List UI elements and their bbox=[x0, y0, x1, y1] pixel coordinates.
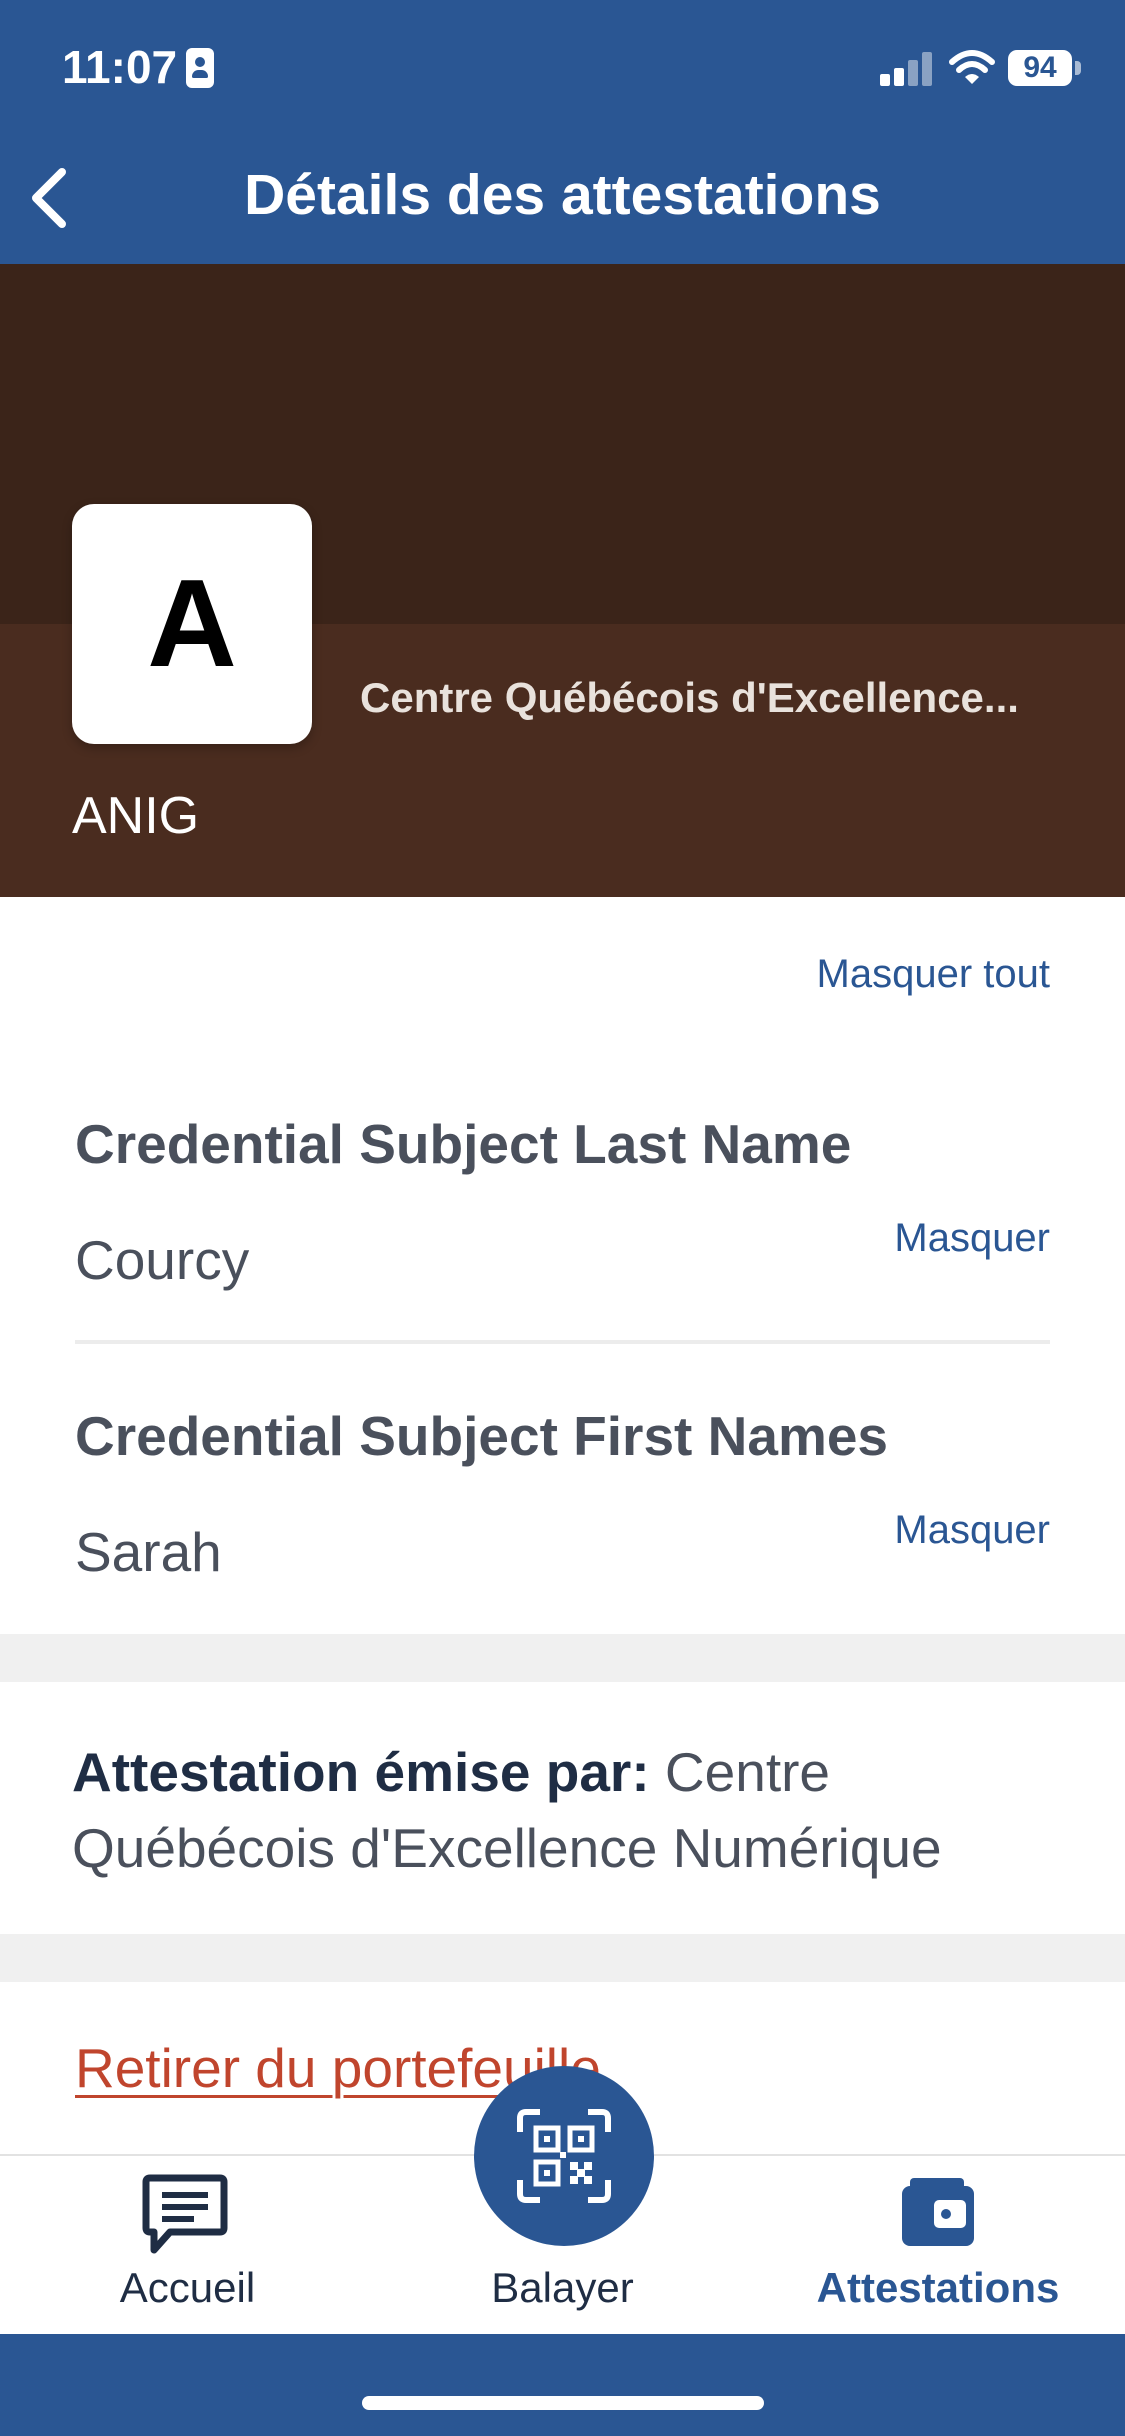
issued-by: Attestation émise par: Centre Québécois … bbox=[72, 1734, 1062, 1886]
attribute-value-last-name: Courcy bbox=[75, 1229, 250, 1291]
logo-letter: A bbox=[147, 555, 237, 693]
tab-accueil[interactable]: Accueil bbox=[60, 2264, 315, 2312]
home-indicator[interactable] bbox=[362, 2396, 764, 2410]
tab-attestations[interactable]: Attestations bbox=[800, 2264, 1076, 2312]
status-time: 11:07 bbox=[62, 41, 178, 93]
attribute-value-first-names: Sarah bbox=[75, 1521, 222, 1583]
id-card-icon bbox=[186, 48, 214, 88]
hide-last-name-button[interactable]: Masquer bbox=[800, 1216, 1050, 1261]
section-separator bbox=[0, 1634, 1125, 1682]
battery-icon: 94 bbox=[1008, 50, 1072, 86]
wallet-icon[interactable] bbox=[900, 2178, 976, 2248]
battery-level: 94 bbox=[1023, 51, 1057, 84]
issuer-logo: A bbox=[72, 504, 312, 744]
hide-all-button[interactable]: Masquer tout bbox=[760, 952, 1050, 997]
home-indicator-area bbox=[0, 2334, 1125, 2436]
section-separator bbox=[0, 1934, 1125, 1982]
tab-balayer[interactable]: Balayer bbox=[435, 2264, 690, 2312]
issued-by-label: Attestation émise par: bbox=[72, 1741, 650, 1803]
page-title: Détails des attestations bbox=[244, 163, 881, 227]
battery-cap-icon bbox=[1075, 61, 1081, 75]
attribute-label-last-name: Credential Subject Last Name bbox=[75, 1113, 852, 1175]
signal-icon bbox=[880, 52, 934, 86]
message-icon[interactable] bbox=[140, 2172, 230, 2258]
issuer-name: Centre Québécois d'Excellence... bbox=[360, 674, 1019, 721]
attribute-label-first-names: Credential Subject First Names bbox=[75, 1405, 889, 1467]
qr-scan-icon bbox=[517, 2109, 611, 2203]
credential-name: ANIG bbox=[72, 787, 200, 845]
hide-first-names-button[interactable]: Masquer bbox=[800, 1508, 1050, 1553]
scan-button[interactable] bbox=[474, 2066, 654, 2246]
attribute-divider bbox=[75, 1340, 1050, 1344]
wifi-icon bbox=[948, 48, 996, 88]
